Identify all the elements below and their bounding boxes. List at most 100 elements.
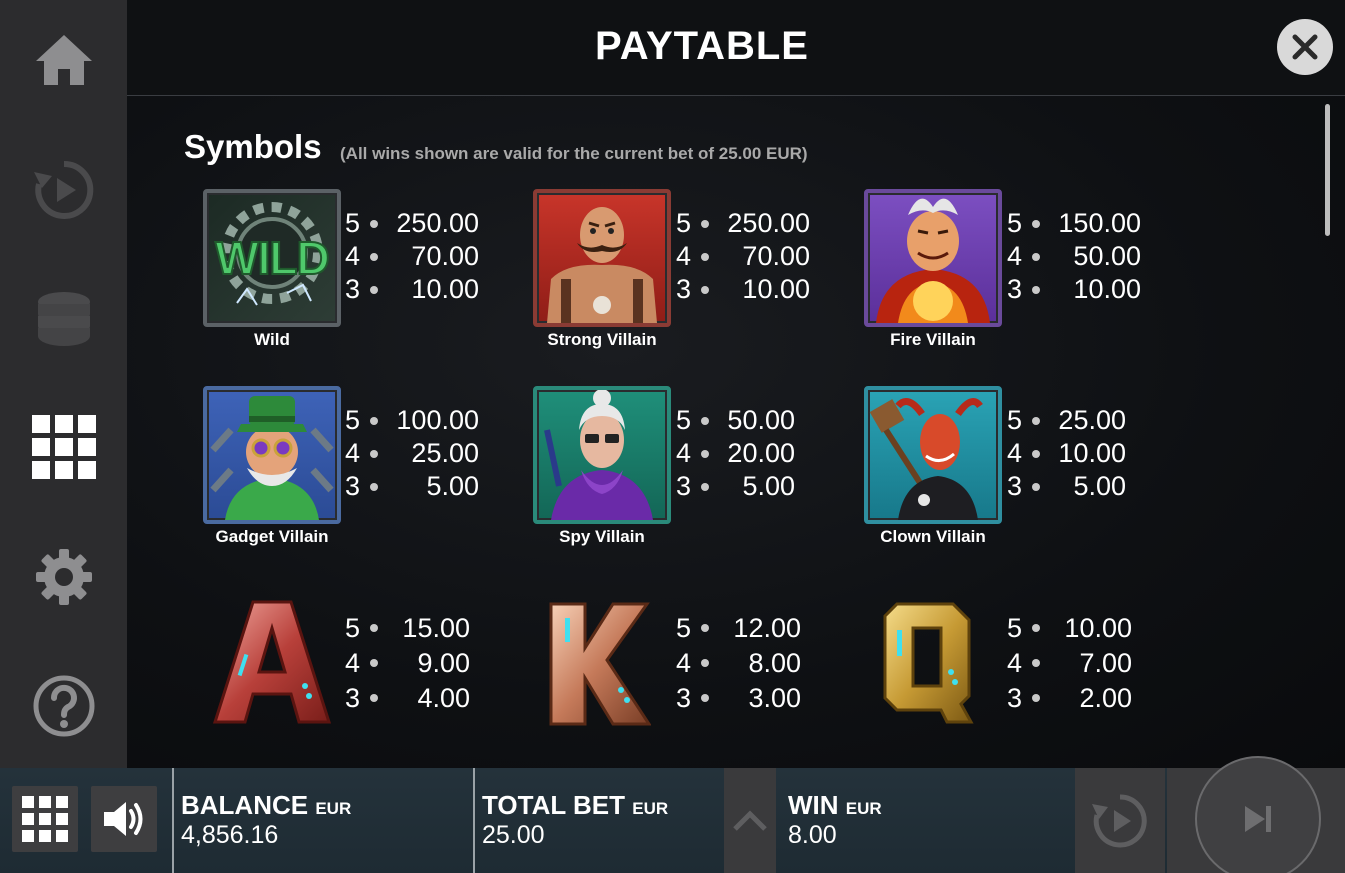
pay-count: 4 — [345, 241, 361, 271]
pay-value: 5.00 — [1073, 471, 1126, 501]
pay-count: 4 — [345, 648, 361, 678]
pay-value: 8.00 — [748, 648, 801, 678]
bullet-dot — [701, 624, 709, 632]
help-button[interactable] — [0, 656, 127, 756]
menu-grid-icon — [22, 796, 68, 842]
replay-button[interactable] — [0, 140, 127, 240]
pay-value: 20.00 — [727, 438, 795, 468]
settings-button[interactable] — [0, 527, 127, 627]
pay-value: 5.00 — [426, 471, 479, 501]
pay-row: 5 100.00 — [345, 404, 479, 437]
paytable-letter-a: 5 15.00 4 9.00 3 4.00 — [345, 611, 470, 716]
paytable-letter-k: 5 12.00 4 8.00 3 3.00 — [676, 611, 801, 716]
bet-up-button[interactable] — [724, 768, 776, 873]
pay-row: 4 7.00 — [1007, 646, 1132, 681]
pay-count: 5 — [1007, 208, 1023, 238]
pay-value: 100.00 — [396, 405, 479, 435]
symbol-name: Gadget Villain — [215, 527, 329, 546]
close-button[interactable] — [1277, 19, 1333, 75]
pay-count: 3 — [676, 471, 692, 501]
close-icon — [1292, 34, 1318, 60]
pay-count: 3 — [345, 471, 361, 501]
pay-row: 5 10.00 — [1007, 611, 1132, 646]
pay-count: 3 — [676, 274, 692, 304]
bullet-dot — [370, 483, 378, 491]
bullet-dot — [1032, 694, 1040, 702]
win-label-text: WIN — [788, 790, 839, 820]
clown-villain-image — [864, 386, 1002, 524]
pay-value: 9.00 — [417, 648, 470, 678]
paytable-clown-villain: 5 25.00 4 10.00 3 5.00 — [1007, 404, 1126, 503]
pay-count: 3 — [345, 274, 361, 304]
paytable-button[interactable] — [0, 397, 127, 497]
fire-villain-image — [864, 189, 1002, 327]
bullet-dot — [1032, 286, 1040, 294]
home-button[interactable] — [0, 10, 127, 110]
bullet-dot — [370, 286, 378, 294]
total-bet-currency: EUR — [632, 799, 669, 818]
menu-button[interactable] — [12, 786, 78, 852]
pay-value: 5.00 — [742, 471, 795, 501]
letter-a-icon — [207, 594, 337, 730]
wild-symbol-text: WILD — [214, 231, 331, 285]
gadget-villain-icon — [210, 396, 334, 520]
pay-count: 5 — [676, 208, 692, 238]
bet-button[interactable] — [0, 268, 127, 368]
gadget-villain-image — [203, 386, 341, 524]
pay-row: 4 20.00 — [676, 437, 795, 470]
letter-k-icon — [541, 598, 652, 728]
sound-button[interactable] — [91, 786, 157, 852]
bullet-dot — [370, 253, 378, 261]
bullet-dot — [701, 450, 709, 458]
paytable-header: PAYTABLE — [127, 0, 1345, 96]
coins-stack-icon — [37, 292, 90, 346]
pay-count: 5 — [676, 613, 692, 643]
pay-value: 10.00 — [411, 274, 479, 304]
pay-row: 5 250.00 — [676, 207, 810, 240]
bullet-dot — [370, 659, 378, 667]
spin-button[interactable] — [1195, 756, 1321, 873]
pay-row: 5 50.00 — [676, 404, 795, 437]
gear-icon — [35, 549, 92, 605]
pay-count: 4 — [1007, 438, 1023, 468]
strong-villain-icon — [547, 207, 657, 323]
balance-currency: EUR — [315, 799, 352, 818]
pay-count: 4 — [345, 438, 361, 468]
paytable-wild: 5 250.00 4 70.00 3 10.00 — [345, 207, 479, 306]
pay-count: 3 — [345, 683, 361, 713]
bullet-dot — [370, 694, 378, 702]
win-currency: EUR — [845, 799, 882, 818]
pay-value: 15.00 — [402, 613, 470, 643]
section-note: (All wins shown are valid for the curren… — [340, 144, 808, 163]
pay-count: 5 — [1007, 613, 1023, 643]
pay-value: 10.00 — [1064, 613, 1132, 643]
speaker-icon — [104, 802, 143, 836]
bullet-dot — [701, 483, 709, 491]
pay-value: 7.00 — [1079, 648, 1132, 678]
bullet-dot — [701, 286, 709, 294]
pay-row: 3 10.00 — [1007, 273, 1141, 306]
pay-row: 4 25.00 — [345, 437, 479, 470]
pay-value: 50.00 — [1073, 241, 1141, 271]
pay-count: 4 — [1007, 648, 1023, 678]
pay-value: 10.00 — [1058, 438, 1126, 468]
strong-villain-image — [533, 189, 671, 327]
autoplay-button[interactable] — [1075, 768, 1165, 873]
pay-value: 250.00 — [396, 208, 479, 238]
chevron-up-icon — [733, 809, 767, 831]
bullet-dot — [1032, 450, 1040, 458]
paytable-panel: PAYTABLE Symbols (All wins shown are val… — [127, 0, 1345, 768]
help-icon — [33, 675, 94, 737]
letter-q-icon — [881, 600, 975, 728]
pay-row: 4 70.00 — [676, 240, 810, 273]
pay-count: 3 — [1007, 471, 1023, 501]
scrollbar[interactable] — [1325, 104, 1330, 236]
symbol-name: Fire Villain — [890, 330, 976, 349]
pay-row: 4 8.00 — [676, 646, 801, 681]
wild-symbol-image: WILD — [203, 189, 341, 327]
win-label: WIN EUR — [788, 790, 882, 821]
bullet-dot — [701, 659, 709, 667]
bullet-dot — [1032, 417, 1040, 425]
pay-value: 12.00 — [733, 613, 801, 643]
pay-row: 3 3.00 — [676, 681, 801, 716]
